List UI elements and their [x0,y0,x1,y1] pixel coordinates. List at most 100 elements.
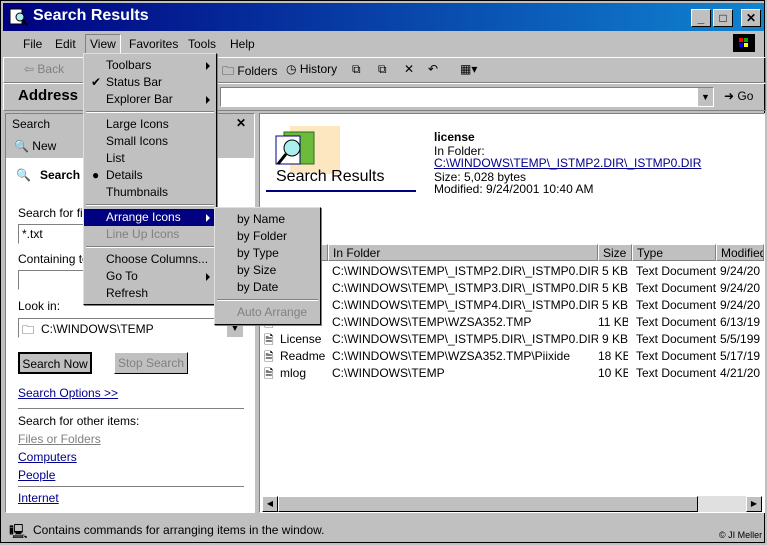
view-menu-item-refresh[interactable]: Refresh [84,285,216,302]
table-row[interactable]: 🗎 Readme C:\WINDOWS\TEMP\WZSA352.TMP\Piixi… [260,347,764,364]
row-size: 5 KB [601,264,628,278]
scroll-thumb[interactable] [278,496,698,512]
view-menu-item-explorer-bar[interactable]: Explorer Bar [84,91,216,108]
arrange-item-by-type[interactable]: by Type [215,245,320,262]
menu-item-label: Thumbnails [106,185,169,199]
search-results-logo-icon [270,122,340,174]
computer-icon: 🖳 [9,523,28,539]
row-size: 5 KB [601,281,628,295]
folders-button[interactable]: 🗀 Folders [222,62,277,83]
back-label: Back [37,62,65,76]
menu-tools[interactable]: Tools [188,37,216,51]
menu-item-label: Auto Arrange [237,305,308,319]
copyright-text: © JI Meller [719,530,763,540]
files-or-folders-link[interactable]: Files or Folders [18,432,101,446]
undo-icon[interactable]: ↶ [428,62,438,76]
arrange-item-auto-arrange[interactable]: Auto Arrange [215,304,320,321]
table-row[interactable]: 🗎C:\WINDOWS\TEMP\_ISTMP4.DIR\_ISTMP0.DIR… [260,296,764,313]
horizontal-scrollbar[interactable]: ◀ ▶ [262,496,762,512]
go-button[interactable]: ➜ Go [724,89,753,103]
row-size: 18 KB [598,349,628,363]
view-menu-item-go-to[interactable]: Go To [84,268,216,285]
menu-item-label: Arrange Icons [106,210,181,224]
menu-item-label: Status Bar [106,75,163,89]
menu-separator [217,299,318,301]
new-search-button[interactable]: 🔍 New [14,139,56,153]
table-row[interactable]: 🗎 License C:\WINDOWS\TEMP\_ISTMP5.DIR\_IST… [260,330,764,347]
view-menu-item-line-up-icons[interactable]: Line Up Icons [84,226,216,243]
table-row[interactable]: 🗎 mlog C:\WINDOWS\TEMP 10 KB Text Document 4/… [260,364,764,381]
stop-search-button[interactable]: Stop Search [114,352,188,374]
view-menu-item-details[interactable]: ● Details [84,167,216,184]
view-menu-item-thumbnails[interactable]: Thumbnails [84,184,216,201]
menu-item-label: by Size [237,263,277,277]
menu-help[interactable]: Help [230,37,255,51]
move-to-icon[interactable]: ⧉ [352,62,361,77]
submenu-arrow-icon [206,214,210,222]
close-search-pane-icon[interactable]: ✕ [236,116,246,130]
search-options-link[interactable]: Search Options >> [18,386,118,400]
table-row[interactable]: 🗎licenseC:\WINDOWS\TEMP\WZSA352.TMP11 KB… [260,313,764,330]
row-folder: C:\WINDOWS\TEMP\WZSA352.TMP\Piixide [332,349,571,363]
views-icon[interactable]: ▦▾ [460,62,477,76]
menu-separator [86,111,214,113]
delete-icon[interactable]: ✕ [404,62,414,76]
arrange-item-by-size[interactable]: by Size [215,262,320,279]
title-bar[interactable]: Search Results _ □ ✕ [3,3,764,31]
column-type[interactable]: Type [632,244,716,261]
table-row[interactable]: 🗎C:\WINDOWS\TEMP\_ISTMP2.DIR\_ISTMP0.DIR… [260,262,764,279]
arrange-item-by-folder[interactable]: by Folder [215,228,320,245]
results-pane: Search Results license In Folder: C:\WIN… [259,113,765,513]
view-menu-item-list[interactable]: List [84,150,216,167]
view-menu-item-large-icons[interactable]: Large Icons [84,116,216,133]
table-row[interactable]: 🗎C:\WINDOWS\TEMP\_ISTMP3.DIR\_ISTMP0.DIR… [260,279,764,296]
look-in-select[interactable]: 🗀 C:\WINDOWS\TEMP ▼ [18,318,244,338]
history-label: History [299,62,338,76]
search-for-label: Search for file [18,206,93,220]
address-dropdown-icon[interactable]: ▼ [697,88,713,106]
row-modified: 9/24/20 [720,281,761,295]
close-button[interactable]: ✕ [741,9,761,27]
row-folder: C:\WINDOWS\TEMP\WZSA352.TMP [332,315,532,329]
column-in-folder[interactable]: In Folder [328,244,598,261]
go-label: Go [737,89,754,103]
view-menu-item-choose-columns[interactable]: Choose Columns... [84,251,216,268]
view-menu-item-small-icons[interactable]: Small Icons [84,133,216,150]
maximize-button[interactable]: □ [713,9,733,27]
scroll-right-icon[interactable]: ▶ [746,496,762,512]
computers-link[interactable]: Computers [18,450,77,464]
address-input[interactable]: ▼ [220,87,714,107]
menu-item-label: Small Icons [106,134,169,148]
menu-edit[interactable]: Edit [55,37,76,51]
row-type: Text Document [636,281,716,295]
view-menu: Toolbars ✔ Status Bar Explorer Bar Large Ico… [83,53,217,305]
window-title: Search Results [33,7,149,24]
column-size[interactable]: Size [598,244,632,261]
column-modified[interactable]: Modified [716,244,764,261]
folder-path-link[interactable]: C:\WINDOWS\TEMP\_ISTMP2.DIR\_ISTMP0.DIR [434,156,701,170]
view-menu-item-arrange-icons[interactable]: Arrange Icons [84,209,216,226]
row-modified: 9/24/20 [720,264,761,278]
internet-link[interactable]: Internet [18,491,59,505]
explorer-window: Search Results _ □ ✕ File Edit View Favo… [0,0,766,543]
people-link[interactable]: People [18,468,55,482]
menu-favorites[interactable]: Favorites [129,37,178,51]
arrange-item-by-name[interactable]: by Name [215,211,320,228]
scroll-left-icon[interactable]: ◀ [262,496,278,512]
copy-to-icon[interactable]: ⧉ [378,62,387,77]
minimize-button[interactable]: _ [691,9,711,27]
menu-file[interactable]: File [23,37,42,51]
containing-label: Containing te [18,252,89,266]
menu-item-label: by Folder [237,229,288,243]
view-menu-item-status-bar[interactable]: ✔ Status Bar [84,74,216,91]
look-in-label: Look in: [18,299,61,313]
folders-icon: 🗀 [222,64,235,78]
row-type: Text Document [636,315,716,329]
arrange-item-by-date[interactable]: by Date [215,279,320,296]
menu-view[interactable]: View [85,34,121,54]
back-button[interactable]: ⇦ Back [24,62,64,76]
search-now-button[interactable]: Search Now [18,352,92,374]
row-size: 5 KB [601,298,628,312]
view-menu-item-toolbars[interactable]: Toolbars [84,57,216,74]
history-button[interactable]: ◷ History [286,62,337,76]
